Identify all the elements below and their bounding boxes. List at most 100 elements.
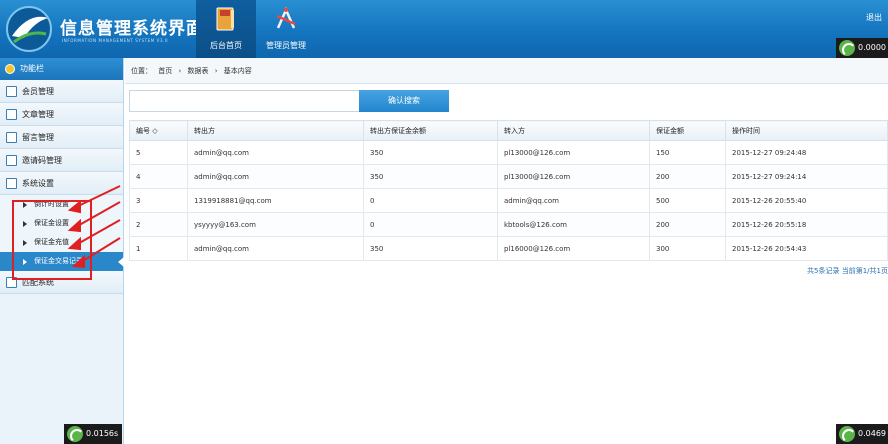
col-receiver: 转入方 (497, 120, 650, 141)
cell-amount: 200 (649, 164, 726, 189)
cell-sender: admin@qq.com (187, 164, 364, 189)
nav-home[interactable]: 后台首页 (196, 0, 256, 58)
arrow-right-icon (23, 202, 27, 208)
table-row[interactable]: 2 ysyyyy@163.com 0 kbtools@126.com 200 2… (129, 212, 888, 237)
sidebar-subitem-countdown[interactable]: 倒计时设置 (0, 195, 123, 214)
cell-amount: 200 (649, 212, 726, 237)
settings-icon (6, 178, 17, 189)
top-header: 信息管理系统界面 INFORMATION MANAGEMENT SYSTEM V… (0, 0, 888, 58)
cell-amount: 150 (649, 140, 726, 165)
arrow-right-icon (23, 221, 27, 227)
cell-id: 3 (129, 188, 188, 213)
cell-sender: admin@qq.com (187, 236, 364, 261)
sidebar-item-matching[interactable]: 匹配系统 (0, 271, 123, 294)
pagination-info[interactable]: 共5条记录 当前第1/共1页 (807, 266, 888, 276)
breadcrumb-datatable[interactable]: 数据表 (188, 67, 209, 75)
app-title: 信息管理系统界面 (60, 19, 204, 39)
sidebar-heading: 功能栏 (0, 58, 123, 80)
logout-link[interactable]: 退出 (866, 12, 882, 23)
nav-admin-label: 管理员管理 (266, 41, 306, 50)
logo-icon (6, 6, 52, 52)
cell-receiver: pl13000@126.com (497, 164, 650, 189)
sidebar-subitem-label: 保证金充值 (34, 238, 69, 246)
match-icon (6, 277, 17, 288)
speed-top-value: 0.0000 (858, 43, 886, 52)
gauge-icon (839, 40, 856, 57)
article-icon (6, 109, 17, 120)
sidebar-item-label: 留言管理 (22, 133, 54, 142)
col-amount: 保证金额 (649, 120, 726, 141)
breadcrumb-current: 基本内容 (223, 67, 252, 75)
message-icon (6, 132, 17, 143)
cell-time: 2015-12-26 20:54:43 (725, 236, 888, 261)
cell-time: 2015-12-26 20:55:18 (725, 212, 888, 237)
cell-sender-balance: 0 (363, 212, 498, 237)
sidebar-subitem-deposit-settings[interactable]: 保证金设置 (0, 214, 123, 233)
nav-home-label: 后台首页 (210, 41, 242, 50)
nav-admin[interactable]: 管理员管理 (256, 0, 316, 58)
gauge-icon (839, 426, 856, 443)
search-button[interactable]: 确认搜索 (359, 90, 449, 112)
table-row[interactable]: 3 1319918881@qq.com 0 admin@qq.com 500 2… (129, 188, 888, 213)
cell-sender: ysyyyy@163.com (187, 212, 364, 237)
breadcrumb-prefix: 位置： (131, 67, 152, 75)
col-time: 操作时间 (725, 120, 888, 141)
table-row[interactable]: 1 admin@qq.com 350 pl16000@126.com 300 2… (129, 236, 888, 261)
sidebar-item-label: 系统设置 (22, 179, 54, 188)
col-id[interactable]: 编号 ◇ (129, 120, 188, 141)
function-icon (5, 64, 15, 74)
search-input[interactable] (129, 90, 361, 112)
cell-sender-balance: 350 (363, 164, 498, 189)
cell-sender-balance: 350 (363, 236, 498, 261)
member-icon (6, 86, 17, 97)
sidebar-item-label: 邀请码管理 (22, 156, 62, 165)
book-icon (216, 7, 234, 31)
cell-receiver: pl13000@126.com (497, 140, 650, 165)
sidebar-subitem-label: 保证金设置 (34, 219, 69, 227)
records-table: 编号 ◇ 转出方 转出方保证金余额 转入方 保证金额 操作时间 5 admin@… (129, 120, 888, 261)
sidebar-subitem-label: 倒计时设置 (34, 200, 69, 208)
cell-time: 2015-12-26 20:55:40 (725, 188, 888, 213)
cell-time: 2015-12-27 09:24:48 (725, 140, 888, 165)
cell-id: 5 (129, 140, 188, 165)
table-row[interactable]: 4 admin@qq.com 350 pl13000@126.com 200 2… (129, 164, 888, 189)
sidebar-subitem-deposit-records[interactable]: 保证金交易记录 (0, 252, 124, 271)
sidebar: 功能栏 会员管理 文章管理 留言管理 邀请码管理 系统设置 倒计时设置 保证金设… (0, 58, 124, 444)
speed-badge-left: 0.0156s (64, 424, 122, 444)
arrow-right-icon (23, 259, 27, 265)
speed-badge-top: 0.0000 (836, 38, 888, 58)
sidebar-item-label: 匹配系统 (22, 278, 54, 287)
invite-icon (6, 155, 17, 166)
main-content: 位置： 首页 › 数据表 › 基本内容 确认搜索 编号 ◇ 转出方 转出方保证金… (125, 58, 888, 424)
speed-right-value: 0.0469 (858, 429, 886, 438)
cell-id: 4 (129, 164, 188, 189)
sidebar-item-members[interactable]: 会员管理 (0, 80, 123, 103)
cell-id: 1 (129, 236, 188, 261)
cell-sender-balance: 350 (363, 140, 498, 165)
sidebar-item-label: 文章管理 (22, 110, 54, 119)
tools-icon (276, 6, 296, 29)
gauge-icon (67, 426, 84, 443)
breadcrumb-home[interactable]: 首页 (158, 67, 172, 75)
sidebar-item-messages[interactable]: 留言管理 (0, 126, 123, 149)
breadcrumb: 位置： 首页 › 数据表 › 基本内容 (125, 58, 888, 84)
cell-sender: 1319918881@qq.com (187, 188, 364, 213)
cell-id: 2 (129, 212, 188, 237)
breadcrumb-sep: › (214, 67, 218, 75)
cell-sender-balance: 0 (363, 188, 498, 213)
speed-bottom-value: 0.0156s (86, 429, 119, 438)
cell-time: 2015-12-27 09:24:14 (725, 164, 888, 189)
cell-receiver: admin@qq.com (497, 188, 650, 213)
sidebar-item-invite-codes[interactable]: 邀请码管理 (0, 149, 123, 172)
sidebar-item-system-settings[interactable]: 系统设置 (0, 172, 123, 195)
sidebar-item-articles[interactable]: 文章管理 (0, 103, 123, 126)
speed-badge-right: 0.0469 (836, 424, 888, 444)
cell-sender: admin@qq.com (187, 140, 364, 165)
table-row[interactable]: 5 admin@qq.com 350 pl13000@126.com 150 2… (129, 140, 888, 165)
sidebar-heading-label: 功能栏 (20, 64, 44, 73)
sidebar-subitem-label: 保证金交易记录 (34, 257, 83, 265)
cell-amount: 500 (649, 188, 726, 213)
app-subtitle: INFORMATION MANAGEMENT SYSTEM V3.0 (62, 38, 169, 43)
cell-amount: 300 (649, 236, 726, 261)
sidebar-subitem-deposit-recharge[interactable]: 保证金充值 (0, 233, 123, 252)
